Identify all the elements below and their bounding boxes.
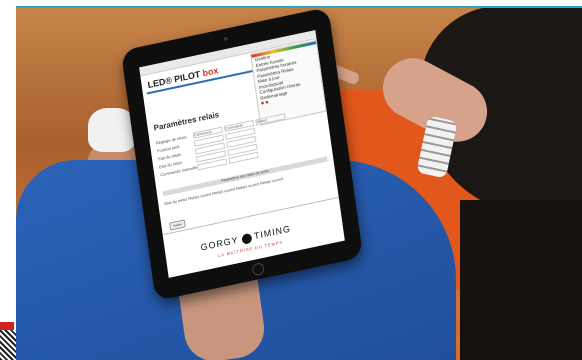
- pattern-corner: [0, 330, 16, 360]
- frame-accent-line: [16, 6, 582, 8]
- relay-option[interactable]: Relais ouvert: [212, 186, 236, 196]
- relay-label: Etat du relais: [164, 196, 188, 207]
- clock-icon: [240, 232, 252, 245]
- relay-option[interactable]: Relais ouvert: [236, 181, 260, 191]
- brand-right: TIMING: [253, 223, 292, 242]
- photo-background: LED® PILOT box Gestion Entrée horaire Pa…: [0, 0, 582, 360]
- red-accent: [0, 322, 14, 330]
- logo-box: box: [201, 65, 219, 79]
- divider: [162, 196, 339, 236]
- settings-rows: Réglage de relais Commande Commande Défa…: [155, 105, 325, 180]
- relay-option[interactable]: Relais ouvert: [188, 191, 212, 201]
- frame-left: [0, 0, 16, 360]
- relay-option[interactable]: Relais ouvert: [260, 176, 284, 186]
- home-button[interactable]: [251, 261, 265, 277]
- camera-icon: [223, 36, 229, 42]
- black-shirt: [460, 200, 582, 360]
- tablet-screen: LED® PILOT box Gestion Entrée horaire Pa…: [139, 30, 345, 278]
- tablet: LED® PILOT box Gestion Entrée horaire Pa…: [120, 6, 364, 302]
